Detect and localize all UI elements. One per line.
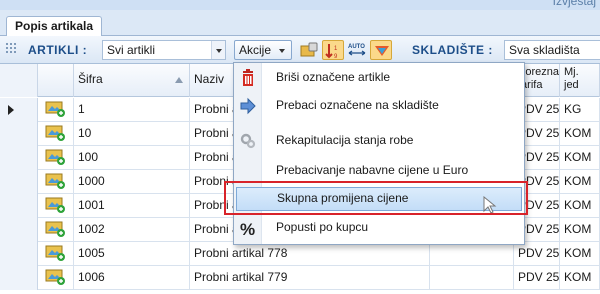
percent-icon: % <box>239 219 257 239</box>
sort-icon: 19 <box>325 44 338 60</box>
cell-sifra[interactable]: 1001 <box>74 194 190 218</box>
icon-cell[interactable] <box>38 98 74 122</box>
cell-mj[interactable]: KOM <box>560 170 600 194</box>
cell-sifra[interactable]: 1000 <box>74 170 190 194</box>
tab-bar: Popis artikala <box>0 10 600 37</box>
table-row[interactable]: 1006Probni artikal 779 PDV 25%KOM <box>0 266 600 290</box>
artikli-select-value: Svi artikli <box>107 43 156 57</box>
arrow-right-icon <box>239 97 257 115</box>
menu-item-popusti[interactable]: % Popusti po kupcu <box>234 216 524 240</box>
icon-cell[interactable] <box>38 194 74 218</box>
cell-mj[interactable]: KOM <box>560 146 600 170</box>
cell-sifra[interactable]: 100 <box>74 146 190 170</box>
menu-item-prebaci-label: Prebaci označene na skladište <box>276 98 439 112</box>
cell-naziv[interactable]: Probni artikal 778 <box>190 242 430 266</box>
cell-mj[interactable]: KG <box>560 98 600 122</box>
menu-item-rekapitulacija[interactable]: Rekapitulacija stanja robe <box>234 129 524 153</box>
icon-cell[interactable] <box>38 218 74 242</box>
menu-item-rekapitulacija-label: Rekapitulacija stanja robe <box>276 133 414 147</box>
row-indicator[interactable] <box>0 170 38 194</box>
cell-sifra[interactable]: 1 <box>74 98 190 122</box>
annotation-highlight-box <box>224 181 528 215</box>
akcije-label: Akcije <box>239 43 272 57</box>
icon-cell[interactable] <box>38 122 74 146</box>
cell-mj[interactable]: KOM <box>560 194 600 218</box>
chevron-down-icon[interactable] <box>211 41 225 59</box>
svg-text:%: % <box>240 220 255 237</box>
menu-item-prebaci[interactable]: Prebaci označene na skladište <box>234 94 524 118</box>
toolbar-grip-icon[interactable] <box>6 43 18 57</box>
svg-text:9: 9 <box>334 54 338 60</box>
column-header-naziv-label: Naziv <box>194 72 225 86</box>
icon-cell[interactable] <box>38 146 74 170</box>
sort-numbers-button[interactable]: 19 <box>322 40 344 60</box>
skladiste-label: SKLADIŠTE : <box>412 43 493 57</box>
svg-text:AUTO: AUTO <box>348 44 365 50</box>
cell-mj[interactable]: KOM <box>560 122 600 146</box>
row-indicator[interactable] <box>0 242 38 266</box>
skladiste-select-value: Sva skladišta <box>509 43 580 57</box>
cell-empty[interactable] <box>430 242 514 266</box>
row-indicator-header <box>0 64 38 97</box>
skladiste-select[interactable]: Sva skladišta <box>504 40 600 60</box>
icon-cell[interactable] <box>38 242 74 266</box>
cell-sifra[interactable]: 1006 <box>74 266 190 290</box>
cell-sifra[interactable]: 10 <box>74 122 190 146</box>
akcije-menu: Briši označene artikle Prebaci označene … <box>233 62 525 245</box>
row-indicator[interactable] <box>0 194 38 218</box>
svg-text:1: 1 <box>334 46 338 52</box>
menu-item-prebacivanje-euro-label: Prebacivanje nabavne cijene u Euro <box>276 163 469 177</box>
tab-popis-artikala[interactable]: Popis artikala <box>6 16 103 37</box>
filter-icon <box>375 46 389 56</box>
row-indicator[interactable] <box>0 146 38 170</box>
cell-mj[interactable]: KOM <box>560 242 600 266</box>
cell-empty[interactable] <box>430 266 514 290</box>
window-top-strip: Izvještaj <box>0 0 600 10</box>
column-header-sifra[interactable]: Šifra <box>74 64 190 97</box>
filter-button[interactable] <box>370 40 392 60</box>
menu-item-prebacivanje-euro[interactable]: Prebacivanje nabavne cijene u Euro <box>234 159 524 183</box>
column-header-mj-label: Mj. jed <box>564 66 579 91</box>
cell-naziv[interactable]: Probni artikal 779 <box>190 266 430 290</box>
menu-item-brisi[interactable]: Briši označene artikle <box>234 66 524 90</box>
gears-icon <box>239 132 257 150</box>
cell-mj[interactable]: KOM <box>560 266 600 290</box>
auto-width-button[interactable]: AUTO <box>346 40 368 60</box>
column-header-sifra-label: Šifra <box>78 72 103 86</box>
row-indicator[interactable] <box>0 266 38 290</box>
trash-icon <box>239 69 257 87</box>
current-row-arrow-icon <box>8 105 14 115</box>
cell-sifra[interactable]: 1005 <box>74 242 190 266</box>
row-indicator[interactable] <box>0 98 38 122</box>
folder-lock-icon <box>300 42 318 57</box>
icon-column-header <box>38 64 74 97</box>
cell-mj[interactable]: KOM <box>560 218 600 242</box>
menu-item-brisi-label: Briši označene artikle <box>276 70 391 84</box>
akcije-dropdown-button[interactable]: Akcije <box>234 40 292 60</box>
toolbar: ARTIKLI : Svi artikli Akcije 19 AUTO SKL… <box>0 36 600 64</box>
window-title: Izvještaj <box>552 0 596 8</box>
artikli-select[interactable]: Svi artikli <box>102 40 226 60</box>
cell-porezna[interactable]: PDV 25% <box>514 266 560 290</box>
auto-width-icon: AUTO <box>348 44 366 56</box>
icon-cell[interactable] <box>38 266 74 290</box>
artikli-label: ARTIKLI : <box>28 43 88 57</box>
icon-cell[interactable] <box>38 170 74 194</box>
row-indicator[interactable] <box>0 122 38 146</box>
row-indicator[interactable] <box>0 218 38 242</box>
sort-ascending-icon <box>175 77 183 83</box>
folder-lock-button[interactable] <box>298 40 320 60</box>
column-header-mj[interactable]: Mj. jed <box>560 64 600 97</box>
cell-sifra[interactable]: 1002 <box>74 218 190 242</box>
menu-item-popusti-label: Popusti po kupcu <box>276 220 369 234</box>
cell-porezna[interactable]: PDV 25% <box>514 242 560 266</box>
table-row[interactable]: 1005Probni artikal 778 PDV 25%KOM <box>0 242 600 266</box>
